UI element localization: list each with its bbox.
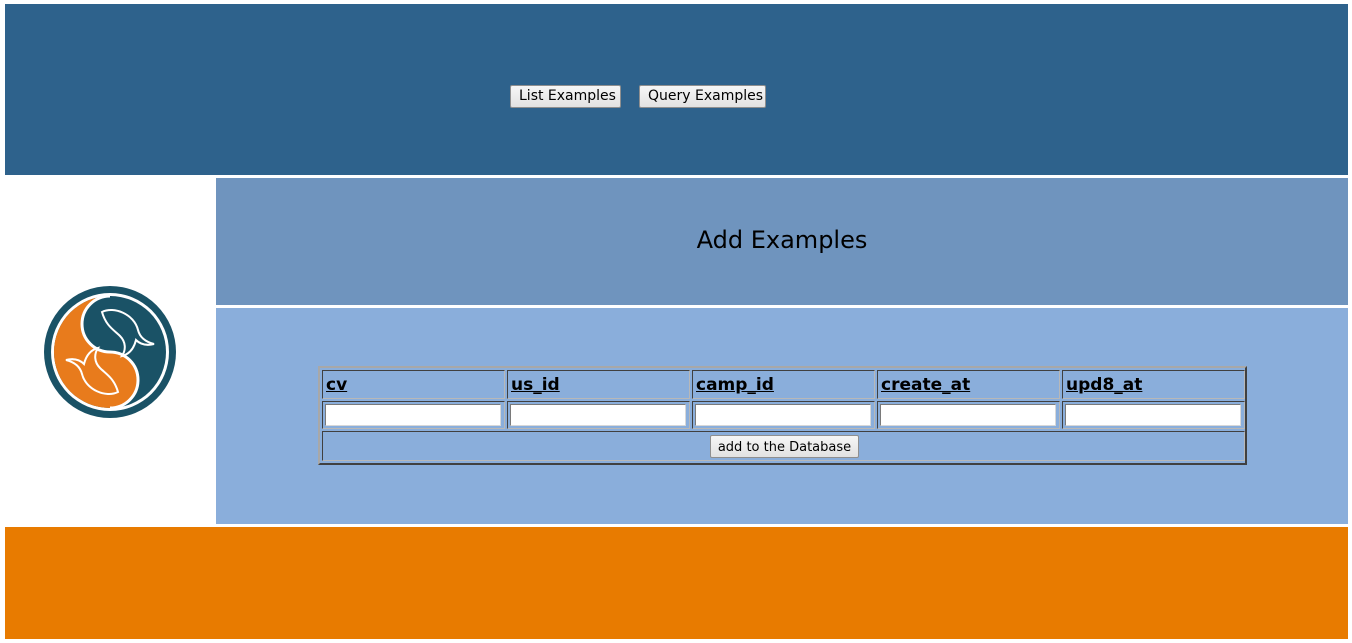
mysql-dolphin-logo-icon (44, 286, 176, 418)
input-cell-upd8-at (1062, 401, 1245, 429)
column-header-upd8-at[interactable]: upd8_at (1062, 370, 1245, 399)
page-title: Add Examples (696, 226, 868, 254)
footer-banner (5, 527, 1348, 639)
input-cell-us-id (507, 401, 690, 429)
cv-input[interactable] (325, 404, 501, 426)
upd8-at-input[interactable] (1065, 404, 1241, 426)
column-header-create-at[interactable]: create_at (877, 370, 1060, 399)
submit-row: add to the Database (322, 431, 1245, 461)
create-at-input[interactable] (880, 404, 1056, 426)
column-header-cv[interactable]: cv (322, 370, 505, 399)
list-examples-button[interactable]: List Examples (510, 85, 621, 108)
query-examples-button[interactable]: Query Examples (639, 85, 766, 108)
camp-id-input[interactable] (695, 404, 871, 426)
content-panel: cv us_id camp_id create_at upd8_at add t… (216, 308, 1348, 524)
column-header-camp-id[interactable]: camp_id (692, 370, 875, 399)
column-header-us-id[interactable]: us_id (507, 370, 690, 399)
add-example-form-table: cv us_id camp_id create_at upd8_at add t… (318, 366, 1247, 465)
add-to-database-button[interactable]: add to the Database (710, 435, 859, 458)
us-id-input[interactable] (510, 404, 686, 426)
input-cell-cv (322, 401, 505, 429)
input-cell-create-at (877, 401, 1060, 429)
title-band: Add Examples (216, 178, 1348, 305)
sidebar-logo-panel (5, 178, 214, 524)
header-banner: List Examples Query Examples (5, 4, 1348, 175)
input-cell-camp-id (692, 401, 875, 429)
